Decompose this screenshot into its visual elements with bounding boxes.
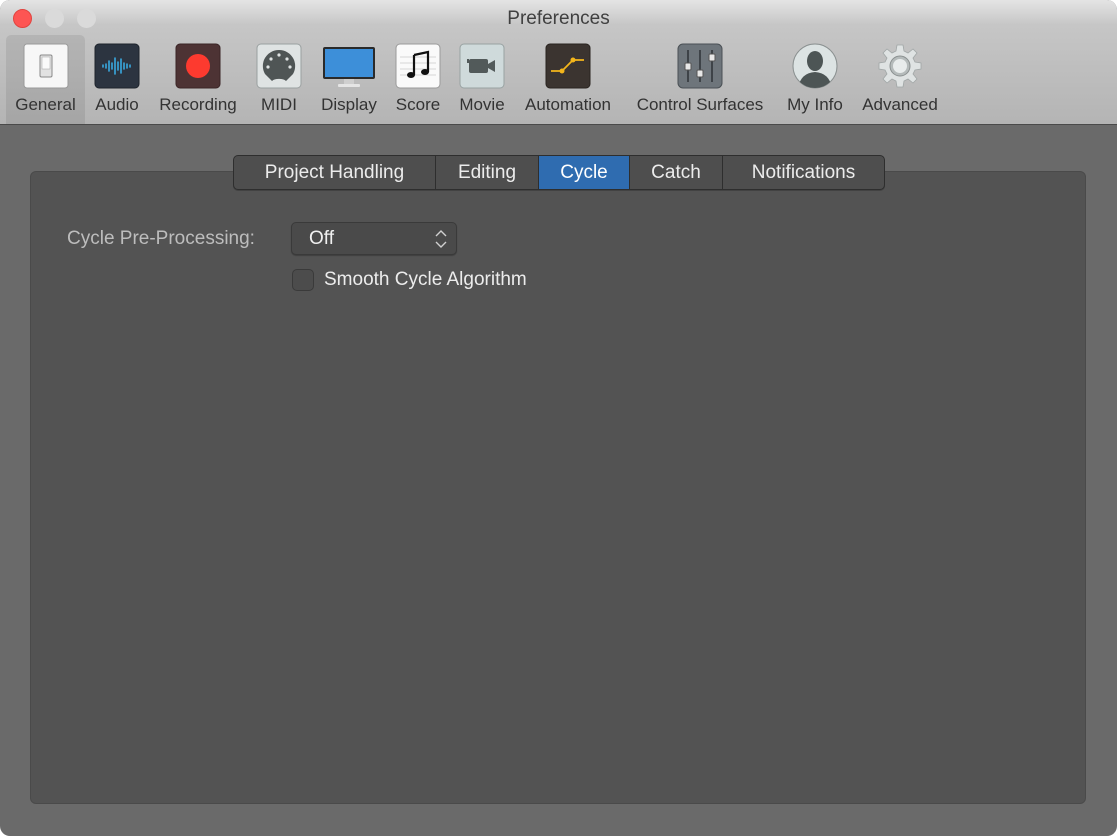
tab-catch[interactable]: Catch bbox=[630, 156, 723, 189]
video-camera-icon bbox=[459, 43, 505, 89]
cycle-preprocessing-popup[interactable]: Off bbox=[291, 222, 457, 255]
record-icon bbox=[175, 43, 221, 89]
user-icon bbox=[792, 43, 838, 89]
tab-editing[interactable]: Editing bbox=[436, 156, 539, 189]
toolbar-item-score[interactable]: Score bbox=[391, 35, 445, 124]
toolbar-item-general[interactable]: General bbox=[6, 35, 85, 124]
toolbar-label: Advanced bbox=[862, 95, 938, 114]
toolbar-item-movie[interactable]: Movie bbox=[454, 35, 510, 124]
toolbar-label: My Info bbox=[787, 95, 843, 114]
toolbar-item-advanced[interactable]: Advanced bbox=[856, 35, 944, 124]
tab-project-handling[interactable]: Project Handling bbox=[234, 156, 436, 189]
music-note-icon bbox=[395, 43, 441, 89]
up-down-chevron-icon bbox=[435, 230, 447, 248]
tab-cycle[interactable]: Cycle bbox=[539, 156, 630, 189]
cycle-preprocessing-label: Cycle Pre-Processing: bbox=[67, 228, 255, 249]
midi-connector-icon bbox=[256, 43, 302, 89]
toolbar-item-audio[interactable]: Audio bbox=[89, 35, 145, 124]
titlebar: Preferences General Audio Recording MIDI… bbox=[0, 0, 1117, 125]
waveform-icon bbox=[94, 43, 140, 89]
tab-notifications[interactable]: Notifications bbox=[723, 156, 884, 189]
toolbar-label: Audio bbox=[95, 95, 139, 114]
toolbar-item-display[interactable]: Display bbox=[313, 35, 385, 124]
faders-icon bbox=[677, 43, 723, 89]
toolbar-label: Automation bbox=[525, 95, 611, 114]
toolbar-label: Movie bbox=[459, 95, 505, 114]
toolbar-label: Display bbox=[321, 95, 377, 114]
popup-selected-value: Off bbox=[309, 228, 334, 249]
preferences-tab-bar: Project Handling Editing Cycle Catch Not… bbox=[233, 155, 885, 190]
gear-icon bbox=[878, 44, 922, 88]
toolbar-item-recording[interactable]: Recording bbox=[152, 35, 244, 124]
toolbar-label: Score bbox=[395, 95, 441, 114]
toolbar-item-automation[interactable]: Automation bbox=[518, 35, 618, 124]
monitor-icon bbox=[323, 47, 375, 87]
preferences-content-panel bbox=[30, 171, 1086, 804]
toolbar-label: General bbox=[15, 95, 76, 114]
toolbar-label: Control Surfaces bbox=[636, 95, 764, 114]
preferences-window: Preferences General Audio Recording MIDI… bbox=[0, 0, 1117, 836]
window-title: Preferences bbox=[507, 8, 610, 29]
automation-curve-icon bbox=[545, 43, 591, 89]
preferences-toolbar: General Audio Recording MIDI Display Sco… bbox=[0, 35, 1117, 124]
toolbar-item-midi[interactable]: MIDI bbox=[253, 35, 305, 124]
toolbar-item-my-info[interactable]: My Info bbox=[781, 35, 849, 124]
toolbar-label: MIDI bbox=[261, 95, 297, 114]
toolbar-item-control-surfaces[interactable]: Control Surfaces bbox=[627, 35, 773, 124]
switch-icon bbox=[23, 43, 68, 89]
smooth-cycle-algorithm-checkbox[interactable] bbox=[292, 269, 314, 291]
smooth-cycle-algorithm-label[interactable]: Smooth Cycle Algorithm bbox=[324, 269, 527, 291]
toolbar-label: Recording bbox=[159, 95, 237, 114]
